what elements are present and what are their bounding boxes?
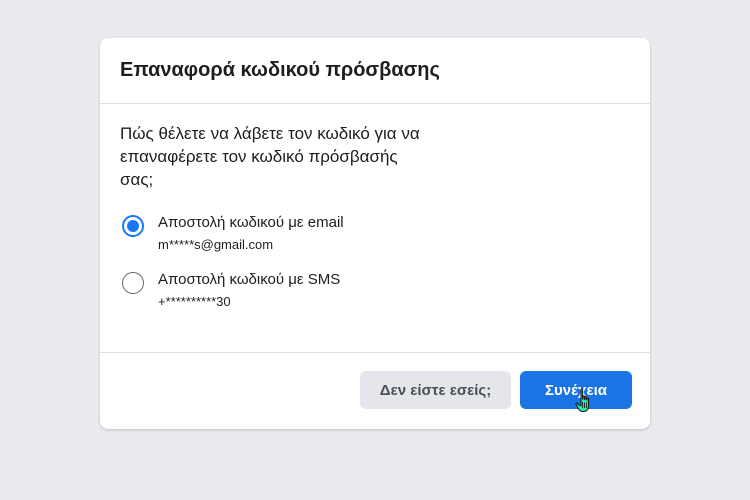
option-sms-label: Αποστολή κωδικού με SMS bbox=[158, 271, 341, 288]
option-sms-detail: +**********30 bbox=[158, 294, 231, 309]
continue-button[interactable]: Συνέχεια bbox=[520, 371, 632, 409]
dialog-title: Επαναφορά κωδικού πρόσβασης bbox=[120, 59, 440, 81]
dialog-footer: Δεν είστε εσείς; Συνέχεια bbox=[100, 353, 650, 429]
radio-sms[interactable] bbox=[122, 272, 144, 294]
option-email-label: Αποστολή κωδικού με email bbox=[158, 214, 344, 231]
radio-email[interactable] bbox=[122, 215, 144, 237]
reset-password-dialog: Επαναφορά κωδικού πρόσβασης Πώς θέλετε ν… bbox=[100, 38, 650, 429]
option-sms[interactable]: Αποστολή κωδικού με SMS +**********30 bbox=[120, 270, 630, 311]
option-email-text: Αποστολή κωδικού με email m*****s@gmail.… bbox=[158, 213, 344, 254]
dialog-body: Πώς θέλετε να λάβετε τον κωδικό για να ε… bbox=[100, 104, 650, 353]
dialog-header: Επαναφορά κωδικού πρόσβασης bbox=[100, 38, 650, 104]
option-email[interactable]: Αποστολή κωδικού με email m*****s@gmail.… bbox=[120, 213, 630, 254]
options-list: Αποστολή κωδικού με email m*****s@gmail.… bbox=[120, 213, 630, 311]
not-you-button[interactable]: Δεν είστε εσείς; bbox=[360, 371, 511, 409]
option-sms-text: Αποστολή κωδικού με SMS +**********30 bbox=[158, 270, 340, 311]
question-text: Πώς θέλετε να λάβετε τον κωδικό για να ε… bbox=[120, 124, 420, 189]
option-email-detail: m*****s@gmail.com bbox=[158, 237, 274, 252]
